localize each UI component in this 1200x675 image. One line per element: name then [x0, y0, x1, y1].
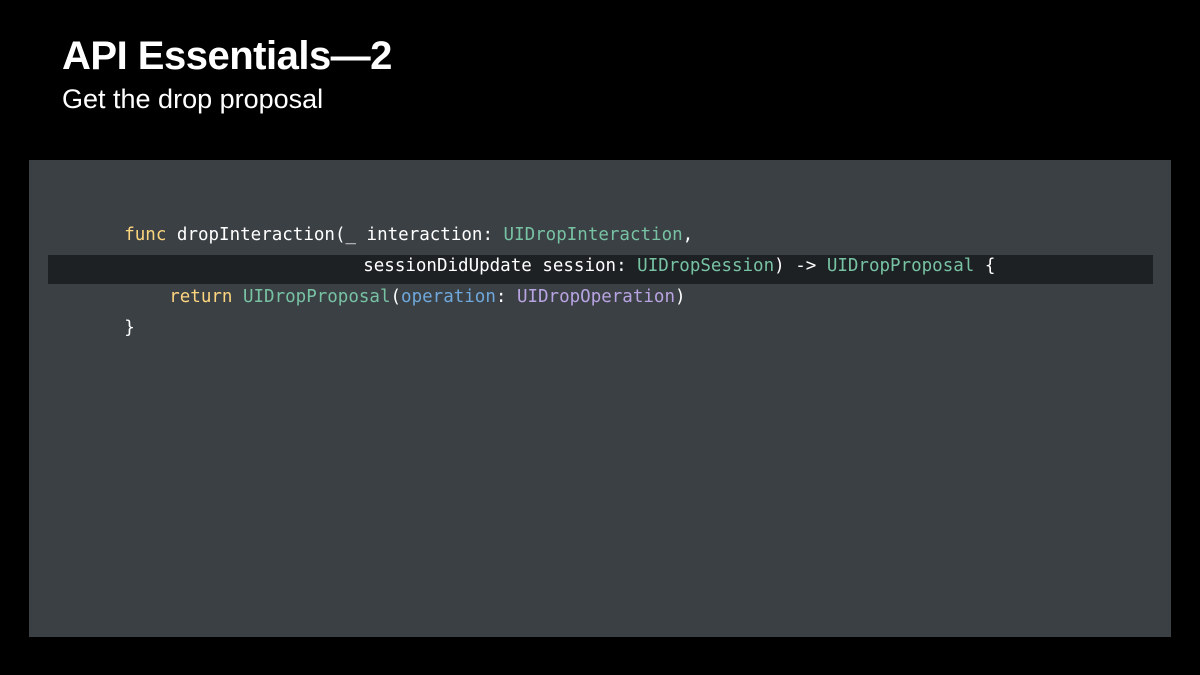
code-line-2: sessionDidUpdate session: UIDropSession)… — [29, 223, 1171, 276]
slide-subtitle: Get the drop proposal — [62, 84, 324, 114]
code-line-1: func dropInteraction(_ interaction: UIDr… — [29, 192, 1171, 245]
code-line-3: return UIDropProposal(operation: UIDropO… — [29, 254, 1171, 307]
code-line-4: } — [29, 285, 1171, 338]
closing-brace: } — [124, 318, 135, 338]
code-panel: func dropInteraction(_ interaction: UIDr… — [29, 160, 1171, 637]
slide-title: API Essentials—2 — [62, 34, 392, 78]
